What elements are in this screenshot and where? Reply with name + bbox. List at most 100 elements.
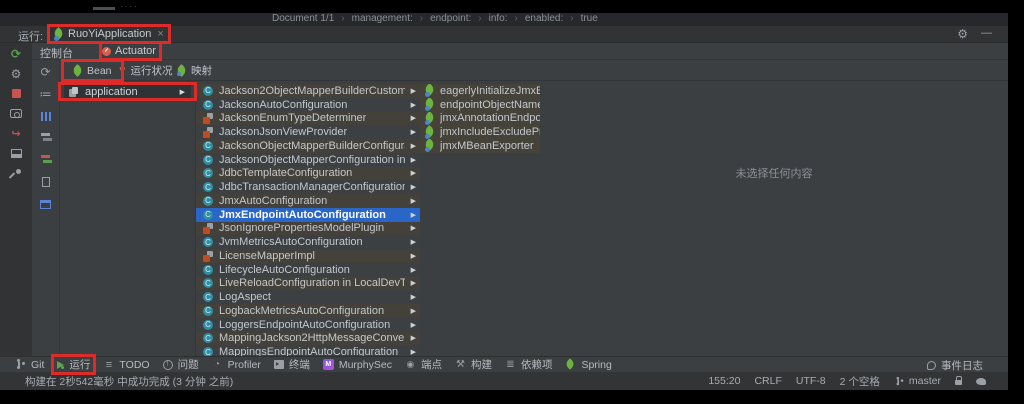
editor-breadcrumb-strip: Document 1/1management:endpoint:info:ena… [0,13,1008,26]
bean-leaf-icon [73,66,82,75]
metrics-chart-icon[interactable] [39,110,53,122]
indent-setting[interactable]: 2 个空格 [840,374,880,389]
bean-row[interactable]: jmxIncludeExcludePrope [420,125,540,139]
tab-health-label: 运行状况 [130,65,173,77]
toolbar-item[interactable]: TODO [103,359,149,371]
toolbar-item-label: 构建 [470,359,492,371]
configuration-label: LoggersEndpointAutoConfiguration [219,318,391,331]
tab-health[interactable]: ♥ 运行状况 [119,62,173,79]
expand-arrow-icon: ▶ [410,101,416,109]
lock-icon[interactable] [955,376,962,385]
toolbar-item-label: Git [31,358,45,371]
filter-list-icon[interactable]: ≔ [39,87,53,101]
configuration-label: JacksonObjectMapperBuilderConfiguration … [219,139,405,152]
screenshot-camera-icon[interactable] [9,107,23,120]
configuration-row[interactable]: JacksonAutoConfiguration ▶ [196,97,420,112]
configuration-row[interactable]: JsonIgnorePropertiesModelPlugin ▶ [196,221,420,236]
close-icon[interactable]: × [157,28,163,40]
status-bar-right: 155:20 CRLF UTF-8 2 个空格 master [708,374,986,389]
tab-actuator[interactable]: Actuator [75,41,162,61]
tab-actuator-label: Actuator [115,45,156,57]
gear-icon[interactable]: ⚙ [957,27,968,41]
configuration-row[interactable]: JacksonObjectMapperBuilderConfiguration … [196,139,420,153]
exit-icon[interactable]: ↪ [9,127,23,140]
hide-window-icon[interactable]: — [981,27,992,39]
toolbar-item[interactable]: 构建 [455,357,492,372]
bean-method-icon [203,113,213,125]
configuration-row[interactable]: Jackson2ObjectMapperBuilderCustomizerCo … [196,84,420,98]
class-icon [203,168,213,178]
breadcrumb-item[interactable]: true [563,13,598,24]
configuration-row[interactable]: JacksonEnumTypeDeterminer ▶ [196,111,420,126]
git-branch-icon [15,359,26,370]
console-layout-icon[interactable] [9,147,23,160]
highlighting-level-icon[interactable] [976,377,986,385]
breadcrumb-item[interactable]: Document 1/1 [272,13,334,24]
configuration-row[interactable]: JdbcTemplateConfiguration ▶ [196,166,420,181]
configuration-row[interactable]: JacksonObjectMapperConfiguration in Jack… [196,152,420,167]
spring-boot-run-icon [54,29,64,41]
configuration-row[interactable]: JvmMetricsAutoConfiguration ▶ [196,235,420,249]
toolbar-item[interactable]: 依赖项 [505,357,553,372]
layers-icon[interactable] [39,132,53,144]
configuration-row[interactable]: LicenseMapperImpl ▶ [196,249,420,263]
tab-mappings[interactable]: 映射 [177,62,212,79]
toolbar-item[interactable]: Spring [565,359,611,371]
git-branch-widget[interactable]: master [894,375,941,387]
bean-row[interactable]: jmxAnnotationEndpointD [420,111,540,126]
git-branch-icon [895,376,904,385]
line-separator[interactable]: CRLF [754,375,781,387]
configuration-row[interactable]: LoggersEndpointAutoConfiguration ▶ [196,317,420,332]
bean-label: jmxIncludeExcludePrope [440,126,540,139]
configuration-row[interactable]: MappingsEndpointAutoConfiguration ▶ [196,345,420,356]
bean-row[interactable]: eagerlyInitializeJmxEndp [420,84,540,98]
toolbar-item[interactable]: Profiler [212,359,261,371]
event-log-button[interactable]: 事件日志 [927,358,983,373]
toolbar-item[interactable]: Git [15,359,44,371]
caret-position[interactable]: 155:20 [708,375,740,387]
class-icon [203,100,213,110]
spring-bean-icon [425,113,435,125]
bean-row[interactable]: endpointObjectNameFac [420,97,540,112]
class-icon [203,210,213,220]
breadcrumb-item[interactable]: info: [471,13,508,24]
toolbar-item[interactable]: 运行 [51,354,97,375]
tab-ruoyi-application[interactable]: RuoYiApplication × [47,24,171,44]
breadcrumb-item[interactable]: management: [334,13,413,24]
configuration-row[interactable]: MappingJackson2HttpMessageConverterCo ▶ [196,331,420,346]
document-icon[interactable] [39,176,53,188]
file-encoding[interactable]: UTF-8 [796,375,826,387]
toolbar-item[interactable]: 问题 [162,357,199,372]
toolbar-item-label: 依赖项 [520,359,553,371]
toolbar-item[interactable]: 端点 [405,357,442,372]
toolbar-item[interactable]: MurphySec [322,359,392,371]
bean-row[interactable]: jmxMBeanExporter [420,139,540,153]
tab-bean[interactable]: Bean [61,59,124,82]
configuration-row[interactable]: LogAspect ▶ [196,290,420,304]
configuration-row[interactable]: LogbackMetricsAutoConfiguration ▶ [196,304,420,318]
configuration-row[interactable]: LifecycleAutoConfiguration ▶ [196,262,420,277]
tab-console[interactable]: 控制台 [37,45,76,61]
beans-graph-icon[interactable] [39,154,53,166]
context-row-application[interactable]: application ▶ [58,82,197,101]
rerun-icon[interactable]: ⟳ [9,47,23,61]
build-icon [455,359,466,370]
pin-tab-icon[interactable] [9,167,23,180]
toolbar-item[interactable]: 终端 [273,357,310,372]
problems-icon [162,359,173,370]
expand-arrow-icon: ▶ [410,307,416,315]
breadcrumb-item[interactable]: enabled: [508,13,563,24]
breadcrumb-item[interactable]: endpoint: [413,13,471,24]
table-view-icon[interactable] [39,198,53,210]
stop-icon[interactable] [9,87,23,100]
refresh-icon[interactable]: ⟳ [39,65,53,79]
settings-wrench-icon[interactable]: ⚙ [9,67,23,81]
configuration-row[interactable]: JacksonJsonViewProvider ▶ [196,125,420,139]
expand-arrow-icon: ▶ [410,115,416,123]
branch-name: master [908,375,941,387]
configuration-row[interactable]: JmxEndpointAutoConfiguration ▶ [196,207,420,222]
configuration-row[interactable]: JdbcTransactionManagerConfiguration in D… [196,180,420,194]
configuration-row[interactable]: JmxAutoConfiguration ▶ [196,194,420,208]
configuration-row[interactable]: LiveReloadConfiguration in LocalDevTools… [196,276,420,291]
application-context-icon [69,86,79,97]
